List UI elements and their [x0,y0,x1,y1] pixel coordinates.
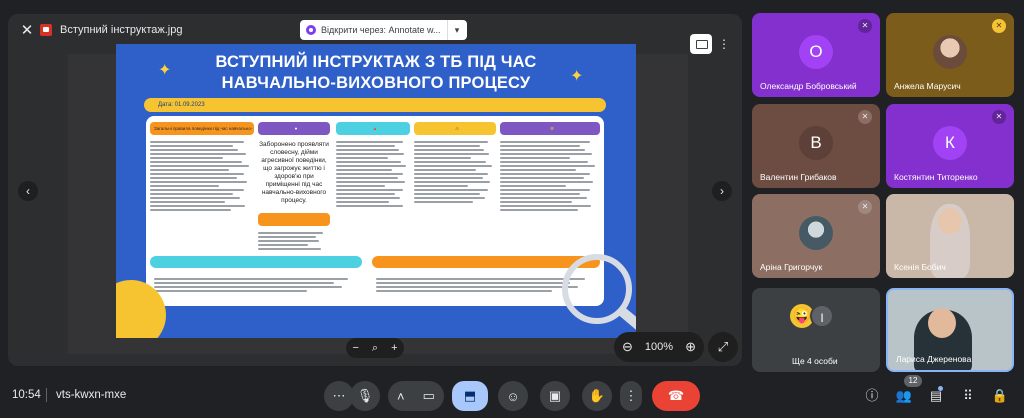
file-name: Вступний інструктаж.jpg [60,24,183,36]
poster-title-line1: ВСТУПНИЙ ІНСТРУКТАЖ З ТБ ПІД ЧАС [215,53,537,71]
chat-notification-dot [938,386,943,391]
participants-count-badge: 12 [904,375,922,387]
participant-name: Аріна Григорчук [760,262,823,272]
poster-title: ВСТУПНИЙ ІНСТРУКТАЖ З ТБ ПІД ЧАС НАВЧАЛЬ… [116,52,636,94]
zoom-in-icon[interactable]: ⊕ [685,339,696,355]
chevron-right-icon[interactable]: › [712,181,732,201]
first-aid-section [150,256,362,302]
avatar [933,35,967,69]
prohibition-column: ● Заборонено проявляти словесну, дійми а… [258,122,330,250]
avatar: В [799,126,833,160]
zoom-out-icon[interactable]: − [352,342,358,354]
poster-date: Дата: 01.09.2023 [144,98,606,112]
rules-heading: Загальні правила поведінки під час навча… [150,122,254,135]
zoom-level: 100% [644,341,674,353]
prohibition-text: Заборонено проявляти словесну, дійми агр… [259,141,329,204]
people-icon[interactable]: 👥 [894,386,914,406]
viewer-toolbar: ⋮ [690,34,730,54]
camera-control[interactable]: ˄ ▭ [388,381,444,411]
print-icon[interactable] [690,34,712,54]
participant-name: Анжела Марусич [894,81,961,91]
warning-icon: ● [258,122,330,135]
fire-subheading [258,213,330,226]
close-icon[interactable]: ✕ [18,22,36,40]
self-video-tile[interactable]: Лариса Джеренова [886,288,1014,372]
activities-icon[interactable]: ⠿ [958,386,978,406]
present-icon[interactable]: ⬒ [452,381,488,411]
chat-icon[interactable]: ▤ [926,386,946,406]
zoom-control: ⊖ 100% ⊕ [614,332,704,362]
avatar: І [810,304,834,328]
magnifier-handle [616,305,636,333]
kebab-icon[interactable]: ⋮ [620,381,642,411]
participant-name: Лариса Джеренова [896,354,972,364]
rules-text [150,139,254,213]
annotate-app-icon [306,25,316,35]
participant-tile[interactable]: ✕ Анжела Марусич [886,13,1014,97]
meeting-time: 10:54 [12,389,41,401]
mic-off-icon: ✕ [858,19,872,33]
meeting-controls-bar: 10:54 vts-kwxn-mxe ⋯ 🎙 ˄ ▭ ⬒ ☺ ▣ ✋ ⋮ ☎ ⓘ… [0,374,1024,418]
mic-off-icon: ✕ [992,110,1006,124]
radiation-column: ☢ [500,122,600,250]
open-with-label: Відкрити через: Annotate w... [321,25,441,35]
participant-name: Олександр Бобровський [760,81,857,91]
mic-icon[interactable]: 🎙 [350,381,380,411]
chevron-down-icon[interactable]: ▾ [446,20,467,40]
open-with-button[interactable]: Відкрити через: Annotate w... ▾ [300,20,467,40]
radiation-icon: ☢ [500,122,600,135]
participant-name: Ще 4 особи [792,356,838,366]
mic-off-icon: ✕ [858,200,872,214]
rules-column: Загальні правила поведінки під час навча… [150,122,254,250]
open-with-main[interactable]: Відкрити через: Annotate w... [300,20,447,40]
poster-content-panel: Загальні правила поведінки під час навча… [146,116,604,306]
participant-face [928,308,956,338]
chevron-left-icon[interactable]: ‹ [18,181,38,201]
participant-name: Валентин Грибаков [760,172,837,182]
avatar [799,216,833,250]
emoji-icon[interactable]: ☺ [498,381,528,411]
camera-icon[interactable]: ▭ [423,388,435,404]
participant-tile[interactable]: ✕ О Олександр Бобровський [752,13,880,97]
page-zoom-control: − ⌕ + [346,338,404,358]
raise-hand-icon[interactable]: ✋ [582,381,612,411]
fire-icon: ▲ [336,122,410,135]
divider [46,388,47,402]
avatar: О [799,35,833,69]
avatar: К [933,126,967,160]
electrical-safety-column: ⚠ [414,122,496,250]
instruction-poster: ✦ ✦ ВСТУПНИЙ ІНСТРУКТАЖ З ТБ ПІД ЧАС НАВ… [116,44,636,338]
participant-tile[interactable]: ✕ К Костянтин Титоренко [886,104,1014,188]
info-icon[interactable]: ⓘ [862,386,882,406]
search-icon[interactable]: ⌕ [372,342,378,355]
end-call-icon[interactable]: ☎ [652,381,700,411]
more-participants-tile[interactable]: 😜 І Ще 4 особи [752,288,880,372]
hazard-icon: ⚠ [414,122,496,135]
participant-video-tile[interactable]: Ксенія Бобич [886,194,1014,278]
participant-name: Костянтин Титоренко [894,172,978,182]
participant-tile[interactable]: ✕ Аріна Григорчук [752,194,880,278]
mic-off-icon: ✕ [858,110,872,124]
more-avatars: 😜 І [790,304,834,328]
meeting-code: vts-kwxn-mxe [56,389,127,401]
captions-icon[interactable]: ▣ [540,381,570,411]
fire-safety-column: ▲ [336,122,410,250]
participant-tile[interactable]: ✕ В Валентин Грибаков [752,104,880,188]
zoom-in-icon[interactable]: + [391,342,397,354]
participant-name: Ксенія Бобич [894,262,946,272]
host-controls-icon[interactable]: 🔒 [990,386,1010,406]
zoom-out-icon[interactable]: ⊖ [622,339,633,355]
image-file-icon [40,24,52,36]
fullscreen-icon[interactable]: ⤢ [708,332,738,362]
mic-off-icon: ✕ [992,19,1006,33]
poster-title-line2: НАВЧАЛЬНО-ВИХОВНОГО ПРОЦЕСУ [221,74,531,92]
participant-face [938,208,962,234]
chevron-up-icon[interactable]: ˄ [397,389,405,404]
kebab-icon[interactable]: ⋮ [718,34,730,54]
